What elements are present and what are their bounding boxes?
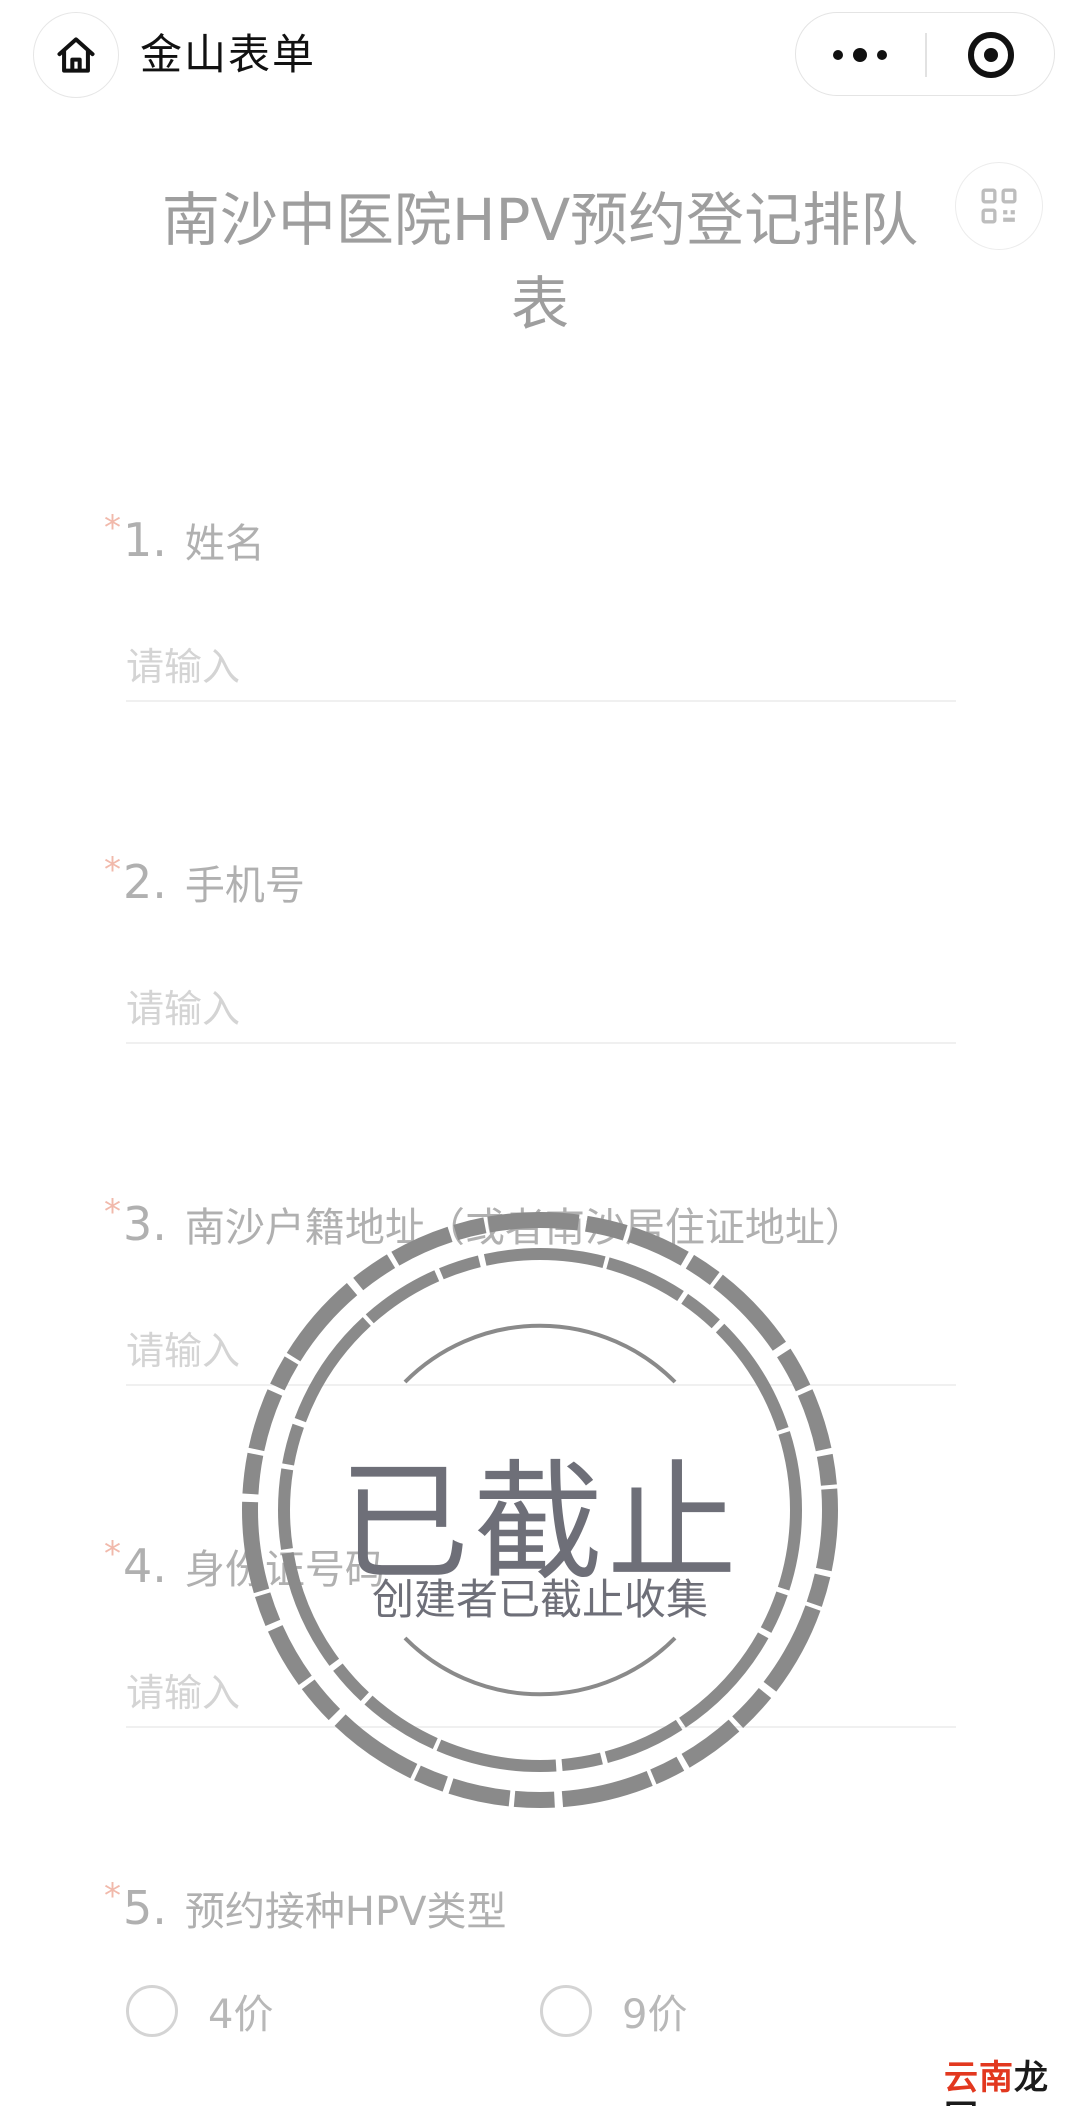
phone-input[interactable]: 请输入 [126, 974, 956, 1044]
form-title: 南沙中医院HPV预约登记排队表 [161, 186, 919, 338]
stamp-sub-text: 创建者已截止收集 [371, 1575, 708, 1624]
question-number: 5. [123, 1881, 167, 1935]
question-text: 预约接种HPV类型 [184, 1889, 507, 1935]
required-mark: * [104, 508, 121, 548]
question-number: 4. [123, 1539, 167, 1593]
close-button[interactable] [926, 13, 1056, 97]
question-label: * 5. 预约接种HPV类型 [104, 1876, 507, 1938]
required-mark: * [104, 1192, 121, 1232]
more-button[interactable] [796, 13, 924, 97]
radio-circle-icon [126, 1985, 178, 2037]
question-label: * 2. 手机号 [104, 850, 305, 912]
radio-label: 4价 [208, 1992, 274, 2038]
radio-option-9-valent[interactable]: 9价 [540, 1982, 687, 2040]
required-mark: * [104, 1876, 121, 1916]
app-title: 金山表单 [140, 30, 317, 79]
qr-code-button[interactable] [955, 162, 1043, 250]
qr-code-icon [981, 188, 1017, 224]
question-number: 3. [123, 1197, 167, 1251]
home-button[interactable] [33, 12, 119, 98]
radio-option-4-valent[interactable]: 4价 [126, 1982, 273, 2040]
more-dots-icon [833, 50, 843, 60]
name-input[interactable]: 请输入 [126, 632, 956, 702]
watermark: 云南龙网 [944, 2058, 1080, 2106]
mini-program-capsule [795, 12, 1055, 96]
radio-circle-icon [540, 1985, 592, 2037]
target-circle-icon [968, 32, 1014, 78]
question-number: 1. [123, 513, 167, 567]
form-page: 金山表单 南沙中医院HPV预约登记排队表 * 1. 姓名 请输入 * 2. 手机… [0, 0, 1080, 2106]
question-text: 姓名 [184, 521, 265, 567]
radio-label: 9价 [622, 1992, 688, 2038]
required-mark: * [104, 1534, 121, 1574]
watermark-part-red: 云南 [944, 2058, 1014, 2098]
question-text: 手机号 [184, 863, 305, 909]
closed-stamp: 已截止 创建者已截止收集 [240, 1210, 840, 1810]
question-number: 2. [123, 855, 167, 909]
home-icon [57, 37, 95, 73]
required-mark: * [104, 850, 121, 890]
question-label: * 1. 姓名 [104, 508, 265, 570]
